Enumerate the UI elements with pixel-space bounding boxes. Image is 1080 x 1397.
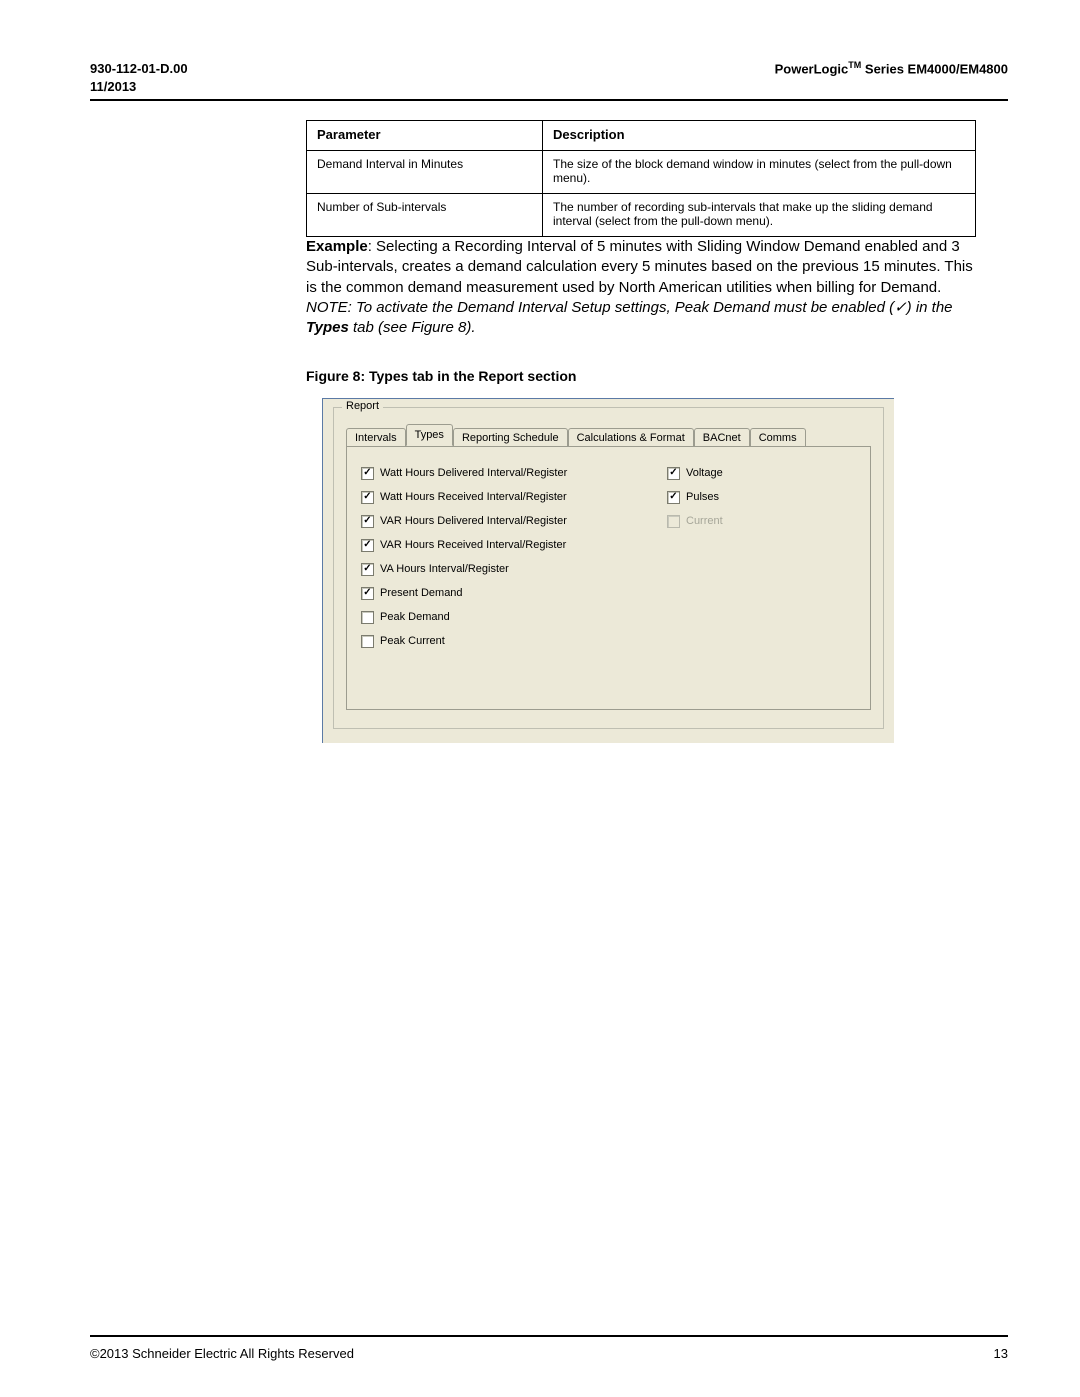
checkbox-pulses[interactable] <box>667 491 680 504</box>
brand-name: PowerLogic <box>775 61 849 76</box>
checkbox-var-delivered[interactable] <box>361 515 374 528</box>
checkbox-row: VAR Hours Received Interval/Register <box>361 533 661 557</box>
param-header: Parameter <box>307 121 543 151</box>
checkbox-label: VAR Hours Received Interval/Register <box>380 539 566 551</box>
page-header: 930-112-01-D.00 11/2013 PowerLogicTM Ser… <box>90 60 1008 95</box>
checkbox-present-demand[interactable] <box>361 587 374 600</box>
page: 930-112-01-D.00 11/2013 PowerLogicTM Ser… <box>0 0 1080 1397</box>
check-icon: ✓ <box>894 299 907 316</box>
checkbox-var-received[interactable] <box>361 539 374 552</box>
table-row: Number of Sub-intervals The number of re… <box>307 194 976 237</box>
checkbox-voltage[interactable] <box>667 467 680 480</box>
example-text: : Selecting a Recording Interval of 5 mi… <box>306 238 973 296</box>
tab-bacnet[interactable]: BACnet <box>694 428 750 447</box>
checkbox-label: Pulses <box>686 491 719 503</box>
note-types-word: Types <box>306 319 349 336</box>
checkbox-va-hours[interactable] <box>361 563 374 576</box>
checkbox-label: VA Hours Interval/Register <box>380 563 509 575</box>
checkbox-label: Watt Hours Received Interval/Register <box>380 491 567 503</box>
checkbox-row: Voltage <box>667 461 827 485</box>
tab-types[interactable]: Types <box>406 424 453 446</box>
checkbox-row: VA Hours Interval/Register <box>361 557 661 581</box>
checkbox-row: Current <box>667 509 827 533</box>
left-checkbox-column: Watt Hours Delivered Interval/Register W… <box>361 461 661 653</box>
checkbox-label: VAR Hours Delivered Interval/Register <box>380 515 567 527</box>
trademark: TM <box>848 60 861 70</box>
note-paragraph: NOTE: To activate the Demand Interval Se… <box>306 298 976 339</box>
checkbox-label: Current <box>686 515 723 527</box>
series-name: Series EM4000/EM4800 <box>861 61 1008 76</box>
checkbox-peak-current[interactable] <box>361 635 374 648</box>
checkbox-row: Peak Current <box>361 629 661 653</box>
checkbox-label: Peak Current <box>380 635 445 647</box>
header-rule <box>90 99 1008 101</box>
report-panel: Report Intervals Types Reporting Schedul… <box>322 398 894 743</box>
example-label: Example <box>306 238 368 255</box>
note-suffix: tab (see Figure 8). <box>349 319 476 336</box>
page-footer: ©2013 Schneider Electric All Rights Rese… <box>90 1346 1008 1361</box>
note-prefix: NOTE: To activate the Demand Interval Se… <box>306 299 894 316</box>
report-groupbox: Report Intervals Types Reporting Schedul… <box>333 407 884 729</box>
tab-calculations-format[interactable]: Calculations & Format <box>568 428 694 447</box>
checkbox-row: VAR Hours Delivered Interval/Register <box>361 509 661 533</box>
checkbox-watt-delivered[interactable] <box>361 467 374 480</box>
desc-header: Description <box>543 121 976 151</box>
tab-panel-types: Watt Hours Delivered Interval/Register W… <box>346 446 871 710</box>
checkbox-current <box>667 515 680 528</box>
groupbox-title: Report <box>342 400 383 412</box>
checkbox-row: Watt Hours Received Interval/Register <box>361 485 661 509</box>
footer-rule <box>90 1335 1008 1337</box>
checkbox-label: Voltage <box>686 467 723 479</box>
checkbox-peak-demand[interactable] <box>361 611 374 624</box>
copyright-text: ©2013 Schneider Electric All Rights Rese… <box>90 1346 354 1361</box>
tab-bar: Intervals Types Reporting Schedule Calcu… <box>346 424 871 446</box>
param-cell: Number of Sub-intervals <box>307 194 543 237</box>
example-paragraph: Example: Selecting a Recording Interval … <box>306 237 976 298</box>
figure-caption: Figure 8: Types tab in the Report sectio… <box>306 368 976 384</box>
tab-reporting-schedule[interactable]: Reporting Schedule <box>453 428 568 447</box>
checkbox-watt-received[interactable] <box>361 491 374 504</box>
checkbox-label: Present Demand <box>380 587 463 599</box>
desc-cell: The number of recording sub-intervals th… <box>543 194 976 237</box>
checkbox-row: Peak Demand <box>361 605 661 629</box>
checkbox-label: Watt Hours Delivered Interval/Register <box>380 467 567 479</box>
param-cell: Demand Interval in Minutes <box>307 151 543 194</box>
doc-date: 11/2013 <box>90 79 136 94</box>
tab-intervals[interactable]: Intervals <box>346 428 406 447</box>
checkbox-row: Present Demand <box>361 581 661 605</box>
header-right: PowerLogicTM Series EM4000/EM4800 <box>775 60 1008 76</box>
table-row: Demand Interval in Minutes The size of t… <box>307 151 976 194</box>
page-number: 13 <box>994 1346 1008 1361</box>
right-checkbox-column: Voltage Pulses Current <box>667 461 827 533</box>
main-content: Parameter Description Demand Interval in… <box>306 120 976 743</box>
tab-comms[interactable]: Comms <box>750 428 806 447</box>
doc-number: 930-112-01-D.00 <box>90 61 188 76</box>
note-mid: ) in the <box>907 299 953 316</box>
checkbox-row: Pulses <box>667 485 827 509</box>
checkbox-row: Watt Hours Delivered Interval/Register <box>361 461 661 485</box>
parameter-table: Parameter Description Demand Interval in… <box>306 120 976 237</box>
checkbox-label: Peak Demand <box>380 611 450 623</box>
desc-cell: The size of the block demand window in m… <box>543 151 976 194</box>
